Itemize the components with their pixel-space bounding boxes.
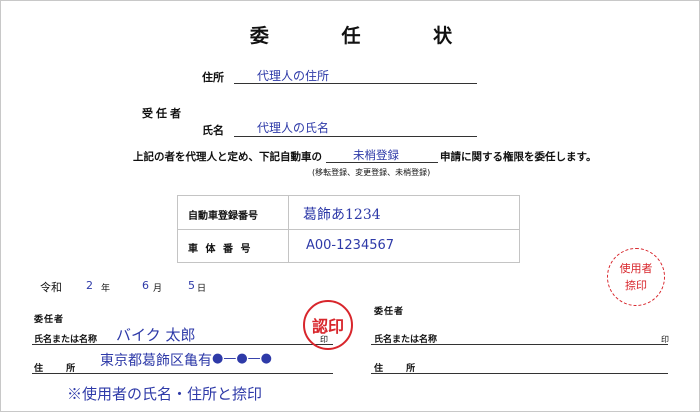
date-day: 5 (188, 279, 195, 292)
power-of-attorney-form: 委 任 状 住所 代理人の住所 受任者 氏名 代理人の氏名 上記の者を代理人と定… (0, 0, 700, 412)
seal-stamp: 認印 (303, 300, 353, 350)
agent-address-value: 代理人の住所 (257, 69, 330, 83)
vehicle-info-box: 自動車登録番号 葛飾あ1234 車 体 番 号 A00-1234567 (177, 195, 520, 263)
vin-value: A00-1234567 (306, 238, 395, 253)
right-name-underline (371, 344, 668, 345)
intro-after: 申請に関する権限を委任します。 (440, 151, 597, 163)
user-seal-placeholder: 使用者 捺印 (607, 248, 665, 306)
right-address-underline (371, 373, 668, 374)
address-label: 住所 (202, 71, 224, 84)
left-name-underline (32, 344, 333, 345)
name-underline (234, 136, 477, 137)
agent-name-value: 代理人の氏名 (257, 121, 330, 135)
user-stamp-line2: 捺印 (625, 279, 647, 292)
vin-label: 車 体 番 号 (188, 244, 253, 255)
right-signer-heading: 委任者 (374, 307, 405, 317)
address-underline (234, 83, 477, 84)
document-title: 委 任 状 (249, 25, 486, 47)
name-label: 氏名 (202, 124, 224, 137)
intro-before: 上記の者を代理人と定め、下記自動車の (133, 151, 322, 163)
vehicle-box-column-divider (288, 196, 289, 262)
left-name-value: バイク 太郎 (116, 326, 196, 344)
date-era: 令和 (40, 281, 62, 294)
date-year: 2 (86, 279, 93, 292)
procedure-underline (326, 162, 438, 163)
date-month-unit: 月 (153, 284, 163, 294)
date-day-unit: 日 (197, 284, 207, 294)
registration-number-label: 自動車登録番号 (188, 211, 258, 222)
agent-heading: 受任者 (142, 107, 184, 120)
registration-number-value: 葛飾あ1234 (303, 207, 381, 223)
date-month: 6 (142, 279, 149, 292)
left-address-underline (32, 373, 333, 374)
left-address-dots: ●—●—● (212, 351, 273, 366)
procedure-value: 未梢登録 (353, 148, 399, 162)
procedure-note: (移転登録、変更登録、未梢登録) (312, 168, 431, 177)
user-stamp-line1: 使用者 (619, 262, 653, 275)
date-year-unit: 年 (101, 284, 111, 294)
left-signer-heading: 委任者 (34, 315, 65, 325)
left-address-value: 東京都葛飾区亀有 (100, 353, 212, 369)
vehicle-box-divider (178, 229, 519, 230)
footnote: ※使用者の氏名・住所と捺印 (67, 385, 263, 403)
